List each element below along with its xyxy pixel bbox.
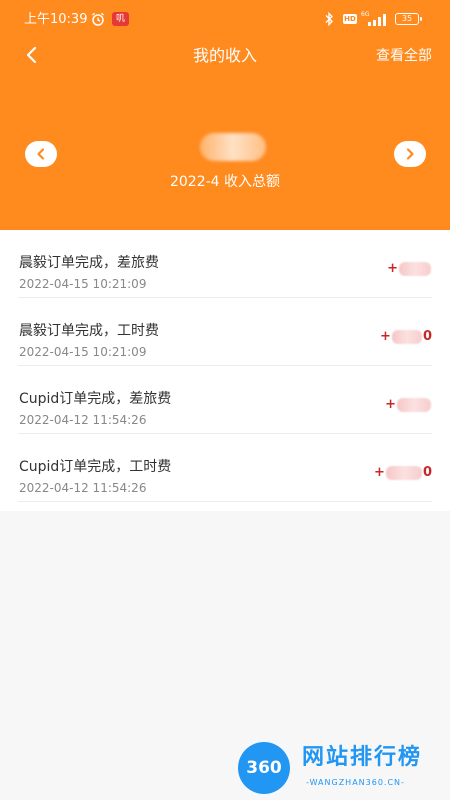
amount-suffix: 0 — [422, 465, 432, 480]
list-item[interactable]: Cupid订单完成，工时费 2022-04-12 11:54:26 + 0 — [18, 434, 432, 502]
watermark-title: 网站排行榜 — [302, 745, 423, 770]
hd-voice-icon: HD — [343, 14, 357, 24]
income-record-list: 晨毅订单完成，差旅费 2022-04-15 10:21:09 + 晨毅订单完成，… — [0, 230, 450, 511]
watermark-logo: 360 网站排行榜 -WANGZHAN360.CN- — [238, 740, 450, 798]
chevron-left-icon — [37, 148, 45, 160]
battery-icon: 35 — [395, 13, 422, 25]
list-item[interactable]: 晨毅订单完成，差旅费 2022-04-15 10:21:09 + — [18, 230, 432, 298]
previous-month-button[interactable] — [25, 141, 57, 167]
status-bar: 上午10:39 叽 HD 6G 35 — [0, 0, 450, 40]
record-amount: + 0 — [374, 464, 432, 482]
next-month-button[interactable] — [394, 141, 426, 167]
app-notification-badge: 叽 — [112, 12, 129, 26]
redacted-amount — [399, 262, 431, 276]
list-item[interactable]: Cupid订单完成，差旅费 2022-04-12 11:54:26 + — [18, 366, 432, 434]
amount-suffix: 0 — [422, 329, 432, 344]
record-time: 2022-04-15 10:21:09 — [19, 277, 147, 291]
status-time: 上午10:39 — [24, 12, 88, 27]
record-title: 晨毅订单完成，工时费 — [19, 323, 159, 339]
amount-prefix: + — [374, 465, 385, 480]
record-time: 2022-04-12 11:54:26 — [19, 481, 147, 495]
amount-prefix: + — [387, 261, 398, 276]
amount-prefix: + — [380, 329, 391, 344]
record-title: Cupid订单完成，工时费 — [19, 459, 172, 475]
signal-strength-icon — [368, 14, 386, 26]
amount-prefix: + — [385, 397, 396, 412]
redacted-amount — [385, 466, 422, 480]
bluetooth-icon — [325, 12, 333, 26]
record-title: 晨毅订单完成，差旅费 — [19, 255, 159, 271]
record-amount: + — [387, 260, 432, 278]
income-header: 上午10:39 叽 HD 6G 35 我的收入 查看全部 2022-4 收入总额 — [0, 0, 450, 230]
chevron-right-icon — [406, 148, 414, 160]
record-time: 2022-04-12 11:54:26 — [19, 413, 147, 427]
record-amount: + 0 — [380, 328, 432, 346]
view-all-link[interactable]: 查看全部 — [376, 45, 432, 67]
alarm-clock-icon — [92, 12, 104, 26]
redacted-amount — [391, 330, 422, 344]
record-amount: + — [385, 396, 432, 414]
total-income-amount — [200, 133, 266, 161]
period-summary-label: 2022-4 收入总额 — [169, 174, 281, 190]
list-item[interactable]: 晨毅订单完成，工时费 2022-04-15 10:21:09 + 0 — [18, 298, 432, 366]
watermark-subtitle: -WANGZHAN360.CN- — [306, 778, 405, 787]
record-time: 2022-04-15 10:21:09 — [19, 345, 147, 359]
watermark-360-icon: 360 — [238, 742, 290, 794]
record-title: Cupid订单完成，差旅费 — [19, 391, 172, 407]
redacted-amount — [397, 398, 431, 412]
